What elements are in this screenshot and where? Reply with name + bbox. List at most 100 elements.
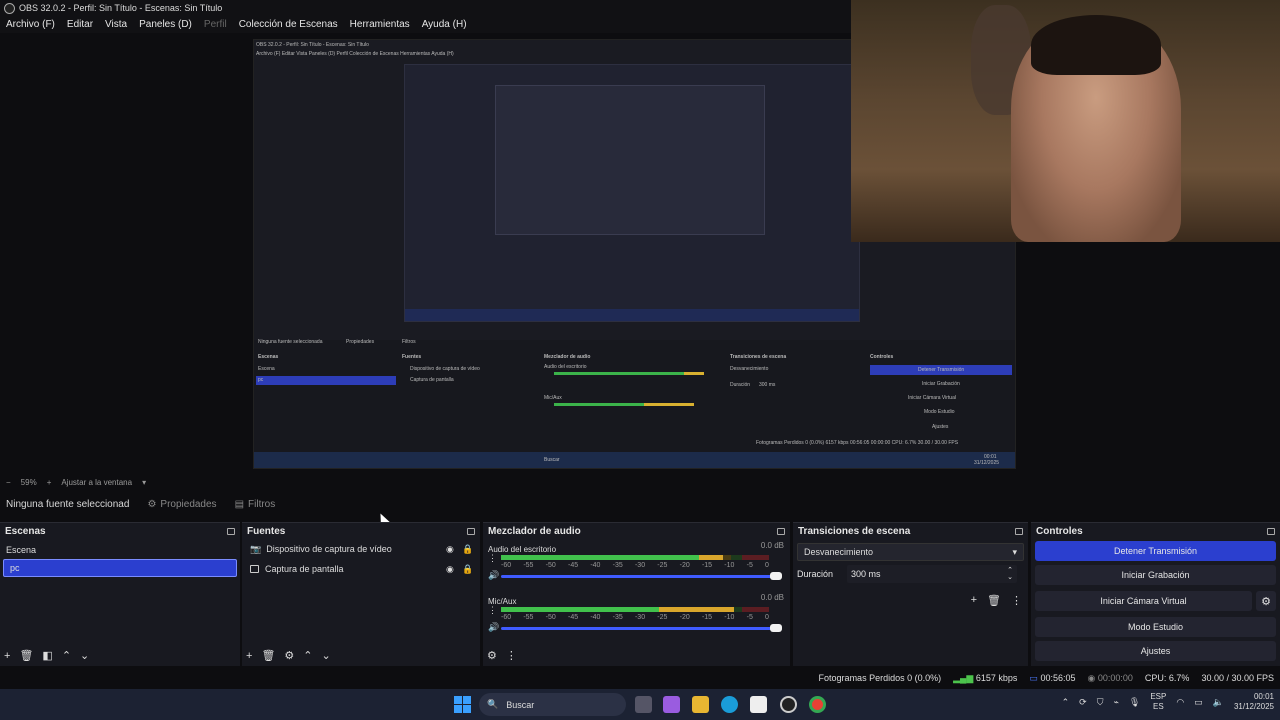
windows-start-icon[interactable]	[454, 696, 471, 713]
volume-slider[interactable]	[501, 572, 782, 580]
mixer-menu-icon[interactable]: ⋮	[506, 649, 517, 662]
nested-meter1-yellow	[684, 372, 704, 375]
properties-button[interactable]: ⚙ Propiedades	[147, 499, 216, 510]
add-transition-icon[interactable]: +	[971, 594, 977, 607]
fit-to-window-label[interactable]: Ajustar a la ventana	[61, 478, 132, 487]
move-up-icon[interactable]: ⌃	[62, 649, 71, 662]
channel-menu-icon[interactable]: ⋮	[488, 605, 497, 616]
dock-float-icon[interactable]	[1015, 527, 1023, 535]
start-recording-button[interactable]: Iniciar Grabación	[1035, 565, 1276, 585]
zoom-out-button[interactable]: −	[6, 478, 11, 487]
speaker-icon[interactable]: 🔊	[488, 570, 499, 581]
defender-icon[interactable]: ⛉	[1097, 697, 1104, 708]
menu-tools[interactable]: Herramientas	[344, 19, 416, 30]
meter-tick-label: -15	[701, 562, 713, 569]
scene-item-pc[interactable]: pc	[3, 559, 237, 577]
language-indicator[interactable]: ESP ES	[1150, 692, 1166, 712]
scene-filters-icon[interactable]: ◧	[42, 649, 52, 662]
speaker-icon[interactable]: 🔊	[488, 622, 499, 633]
sync-icon[interactable]: ⟳	[1079, 697, 1087, 708]
studio-mode-button[interactable]: Modo Estudio	[1035, 617, 1276, 637]
clock[interactable]: 00:01 31/12/2025	[1234, 692, 1274, 712]
source-label: Captura de pantalla	[265, 564, 344, 574]
file-explorer-icon[interactable]	[692, 696, 709, 713]
tray-overflow-icon[interactable]: ⌃	[1062, 697, 1070, 708]
lock-icon[interactable]: 🔒	[462, 564, 473, 575]
store-icon[interactable]	[750, 696, 767, 713]
move-down-icon[interactable]: ⌄	[322, 649, 331, 662]
remove-source-icon[interactable]: 🗑	[261, 649, 275, 662]
remove-scene-icon[interactable]: 🗑	[19, 649, 33, 662]
menu-profile[interactable]: Perfil	[198, 19, 233, 30]
dock-float-icon[interactable]	[777, 527, 785, 535]
scene-label: pc	[10, 563, 20, 573]
settings-button[interactable]: Ajustes	[1035, 641, 1276, 661]
obs-logo-icon	[4, 2, 15, 14]
transitions-dock: Transiciones de escena Desvanecimiento ▾…	[793, 522, 1028, 666]
source-label: Dispositivo de captura de vídeo	[266, 544, 392, 554]
meter-tick-label: -25	[657, 562, 668, 569]
spin-arrows-icon[interactable]: ⌃ ⌄	[1007, 567, 1013, 581]
properties-label: Propiedades	[160, 498, 217, 510]
visibility-eye-icon[interactable]: ◉	[446, 544, 454, 555]
nested-duration: Duración	[730, 382, 751, 388]
mixer-settings-icon[interactable]: ⚙	[487, 649, 497, 662]
channel-db: 0.0 dB	[760, 541, 784, 550]
scene-item-escena[interactable]: Escena	[0, 541, 240, 559]
taskbar-search[interactable]: 🔍 Buscar	[479, 693, 626, 716]
obs-taskbar-icon[interactable]	[780, 696, 797, 713]
filters-button[interactable]: ▤ Filtros	[235, 499, 276, 510]
battery-icon[interactable]: ▭	[1194, 697, 1203, 708]
bitrate: 6157 kbps	[975, 672, 1018, 683]
task-view-icon[interactable]	[635, 696, 652, 713]
stream-icon: ▭	[1029, 672, 1038, 683]
dock-float-icon[interactable]	[227, 527, 235, 535]
visibility-eye-icon[interactable]: ◉	[446, 564, 454, 575]
menu-docks[interactable]: Paneles (D)	[133, 19, 198, 30]
wifi-icon[interactable]: ◠	[1176, 697, 1184, 708]
usb-icon[interactable]: ⌁	[1113, 697, 1118, 708]
virtual-cam-settings-icon[interactable]: ⚙	[1256, 591, 1276, 611]
meter-tick-label: -10	[724, 562, 735, 569]
slider-knob[interactable]	[770, 624, 782, 632]
menu-view[interactable]: Vista	[99, 19, 133, 30]
move-up-icon[interactable]: ⌃	[303, 649, 312, 662]
source-properties-icon[interactable]: ⚙	[284, 649, 294, 662]
volume-icon[interactable]: 🔈	[1213, 697, 1224, 708]
meter-tick-label: 0	[765, 614, 769, 621]
chrome-icon[interactable]	[809, 696, 826, 713]
slider-knob[interactable]	[770, 572, 782, 580]
stop-stream-button[interactable]: Detener Transmisión	[1035, 541, 1276, 561]
add-source-icon[interactable]: +	[246, 650, 252, 662]
meter-tick-label: -30	[634, 614, 646, 621]
remove-transition-icon[interactable]: 🗑	[987, 594, 1001, 607]
menu-scene-collection[interactable]: Colección de Escenas	[233, 19, 344, 30]
transition-select[interactable]: Desvanecimiento ▾	[797, 543, 1024, 561]
nested-start-rec: Iniciar Grabación	[922, 381, 960, 387]
search-icon: 🔍	[487, 699, 499, 709]
menu-edit[interactable]: Editar	[61, 19, 99, 30]
meter-tick-label: -20	[679, 614, 690, 621]
source-item-screen-capture[interactable]: Captura de pantalla ◉ 🔒	[242, 559, 480, 579]
menu-help[interactable]: Ayuda (H)	[416, 19, 473, 30]
duration-spinbox[interactable]: 300 ms ⌃ ⌄	[847, 565, 1018, 583]
channel-menu-icon[interactable]: ⋮	[488, 553, 497, 564]
zoom-in-button[interactable]: +	[47, 478, 52, 487]
volume-slider[interactable]	[501, 624, 782, 632]
add-scene-icon[interactable]: +	[4, 650, 10, 662]
dock-float-icon[interactable]	[467, 527, 475, 535]
menu-file[interactable]: Archivo (F)	[0, 19, 61, 30]
edge-icon[interactable]	[721, 696, 738, 713]
copilot-icon[interactable]	[663, 696, 680, 713]
move-down-icon[interactable]: ⌄	[80, 649, 89, 662]
fit-dropdown-icon[interactable]: ▾	[142, 478, 146, 487]
dock-float-icon[interactable]	[1267, 527, 1275, 535]
system-tray: ⌃ ⟳ ⛉ ⌁ 🎙 ESP ES ◠ ▭ 🔈 00:01 31/12/2025	[1062, 692, 1274, 712]
lock-icon[interactable]: 🔒	[462, 544, 473, 555]
menu-bar: Archivo (F) Editar Vista Paneles (D) Per…	[0, 16, 851, 33]
mic-icon[interactable]: 🎙	[1129, 697, 1140, 708]
source-item-video-capture[interactable]: 📷 Dispositivo de captura de vídeo ◉ 🔒	[242, 539, 480, 559]
transition-menu-icon[interactable]: ⋮	[1011, 594, 1022, 607]
nested-scene1: Escena	[258, 366, 275, 372]
start-virtual-cam-button[interactable]: Iniciar Cámara Virtual	[1035, 591, 1252, 611]
